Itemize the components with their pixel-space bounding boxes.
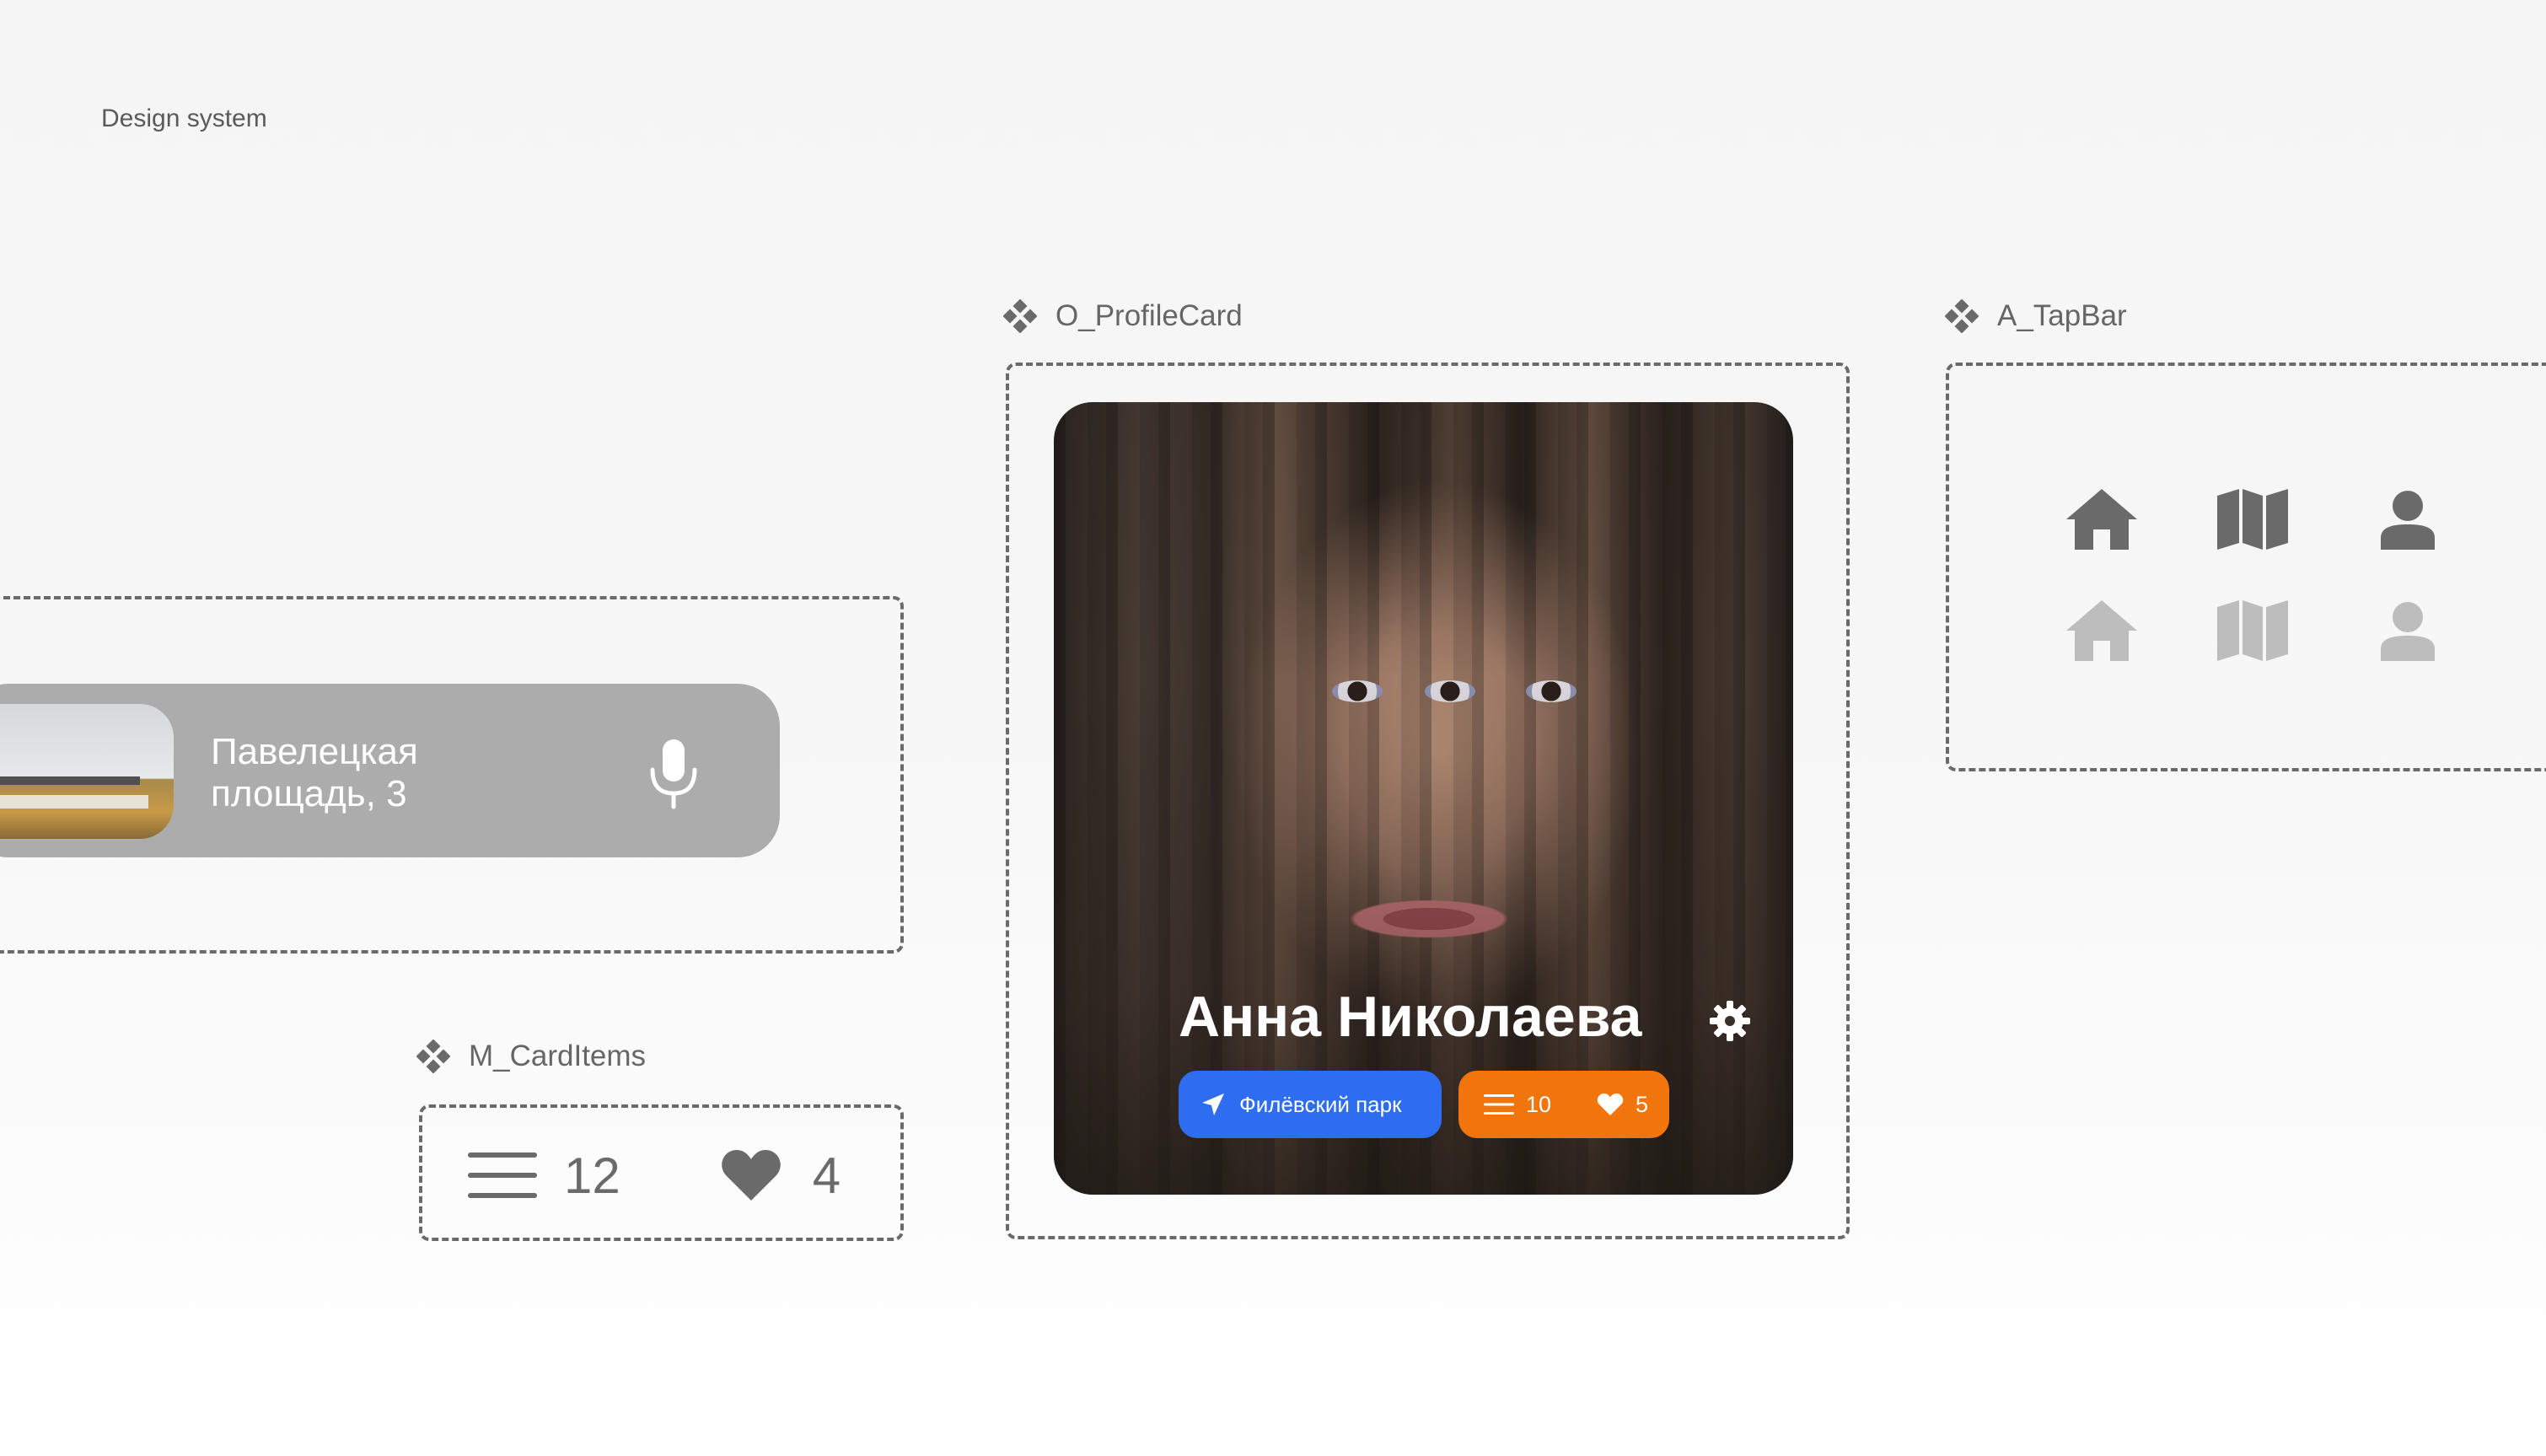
home-icon[interactable] [2065, 487, 2139, 551]
page-title: Design system [101, 105, 267, 132]
navigation-arrow-icon [1202, 1093, 1224, 1115]
gear-icon[interactable] [1710, 1001, 1750, 1041]
items-count: 12 [564, 1147, 620, 1204]
map-icon[interactable] [2216, 599, 2290, 663]
profile-name: Анна Николаева [1179, 985, 1642, 1049]
address-text: Павелецкая площадь, 3 [211, 731, 649, 815]
profile-card-component-label: O_ProfileCard [1003, 299, 1243, 333]
likes-count: 4 [812, 1147, 841, 1204]
location-badge[interactable]: Филёвский парк [1179, 1071, 1442, 1138]
heart-icon[interactable] [720, 1148, 782, 1202]
address-line-1: Павелецкая [211, 731, 418, 772]
home-icon[interactable] [2065, 599, 2139, 663]
component-name: O_ProfileCard [1055, 299, 1243, 332]
user-icon[interactable] [2371, 599, 2445, 663]
microphone-icon[interactable] [647, 736, 700, 812]
card-items: 12 4 [468, 1142, 864, 1209]
component-icon [1945, 299, 1979, 333]
tapbar-component-label: A_TapBar [1945, 299, 2127, 333]
heart-icon [1597, 1093, 1624, 1115]
items-count: 10 [1526, 1091, 1552, 1117]
list-icon [468, 1152, 537, 1198]
profile-card[interactable]: Анна Николаева Филёвский парк 10 5 [1054, 402, 1793, 1195]
location-name: Филёвский парк [1239, 1091, 1402, 1117]
component-icon [1003, 299, 1037, 333]
component-name: M_CardItems [469, 1040, 647, 1072]
list-icon [1484, 1094, 1514, 1115]
carditems-component-label: M_CardItems [416, 1040, 646, 1073]
user-icon[interactable] [2371, 487, 2445, 551]
location-thumbnail [0, 704, 174, 839]
address-search-bar[interactable]: Павелецкая площадь, 3 [0, 684, 780, 857]
address-line-2: площадь, 3 [211, 773, 407, 814]
map-icon[interactable] [2216, 487, 2290, 551]
likes-count: 5 [1636, 1091, 1649, 1117]
component-name: A_TapBar [1997, 299, 2127, 332]
component-icon [416, 1040, 450, 1073]
stats-badge[interactable]: 10 5 [1458, 1071, 1669, 1138]
tapbar-component-frame [1946, 363, 2546, 771]
